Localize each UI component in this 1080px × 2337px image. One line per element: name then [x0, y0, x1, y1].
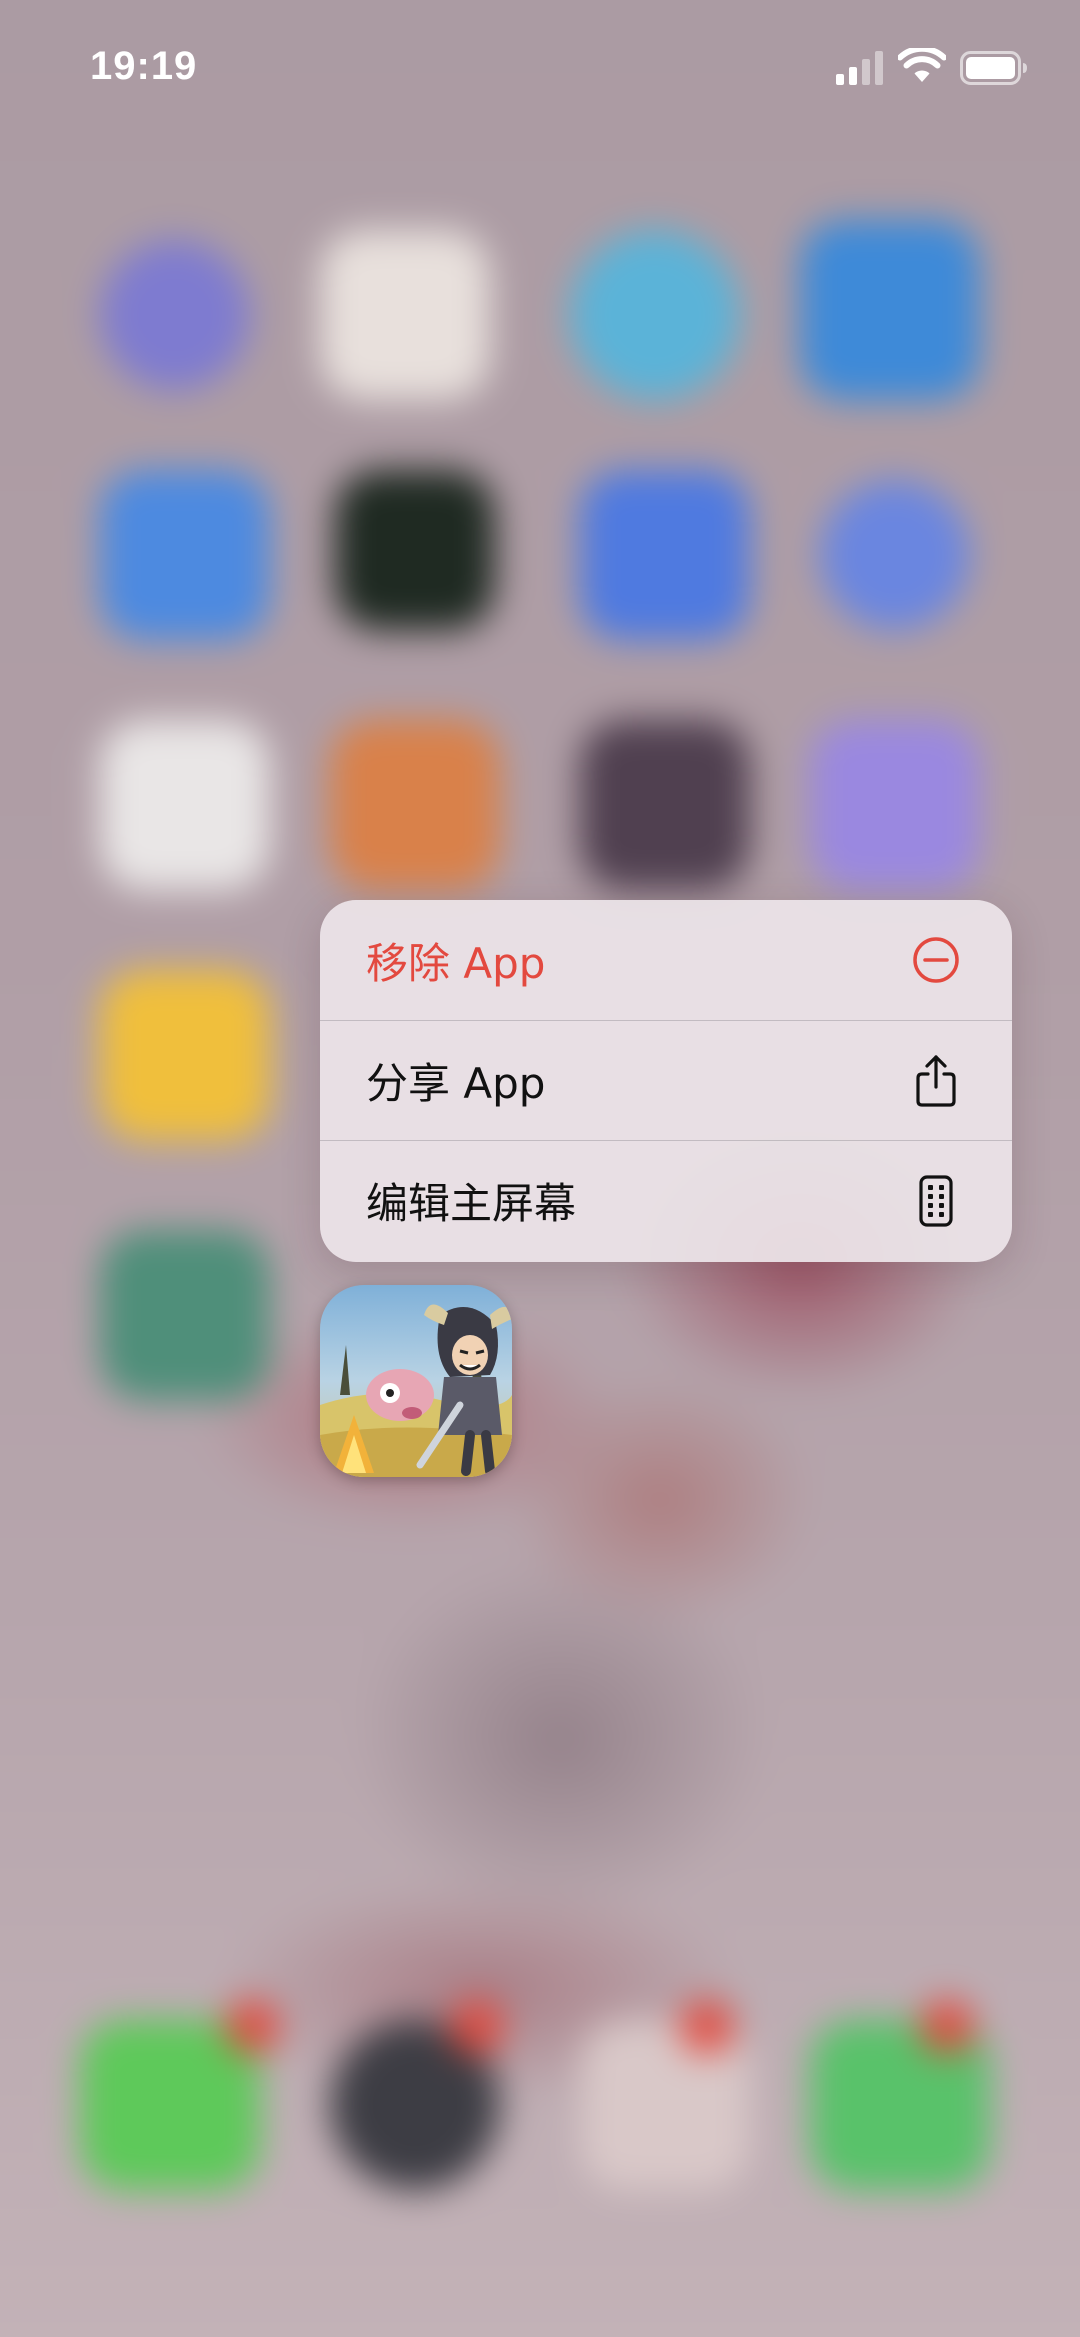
- share-icon: [912, 1053, 960, 1109]
- remove-app-label: 移除 App: [366, 938, 546, 988]
- share-app-label: 分享 App: [366, 1059, 546, 1108]
- battery-icon: [960, 51, 1027, 85]
- edit-home-screen-label: 编辑主屏幕: [366, 1179, 577, 1228]
- wifi-icon: [898, 48, 946, 82]
- edit-home-screen-menu-item[interactable]: 编辑主屏幕: [320, 1140, 1012, 1260]
- home-screen: 19:19 移除 App 分享 App 编辑主屏幕: [0, 0, 1080, 2337]
- phone-screen-icon: [912, 1173, 960, 1229]
- status-bar: 19:19: [0, 0, 1080, 130]
- minus-circle-icon: [912, 932, 960, 988]
- cellular-signal-icon: [836, 51, 883, 85]
- game-app-icon[interactable]: [320, 1285, 512, 1477]
- remove-app-menu-item[interactable]: 移除 App: [320, 900, 1012, 1020]
- context-menu: 移除 App 分享 App 编辑主屏幕: [320, 900, 1012, 1262]
- status-time: 19:19: [90, 44, 198, 88]
- share-app-menu-item[interactable]: 分享 App: [320, 1020, 1012, 1140]
